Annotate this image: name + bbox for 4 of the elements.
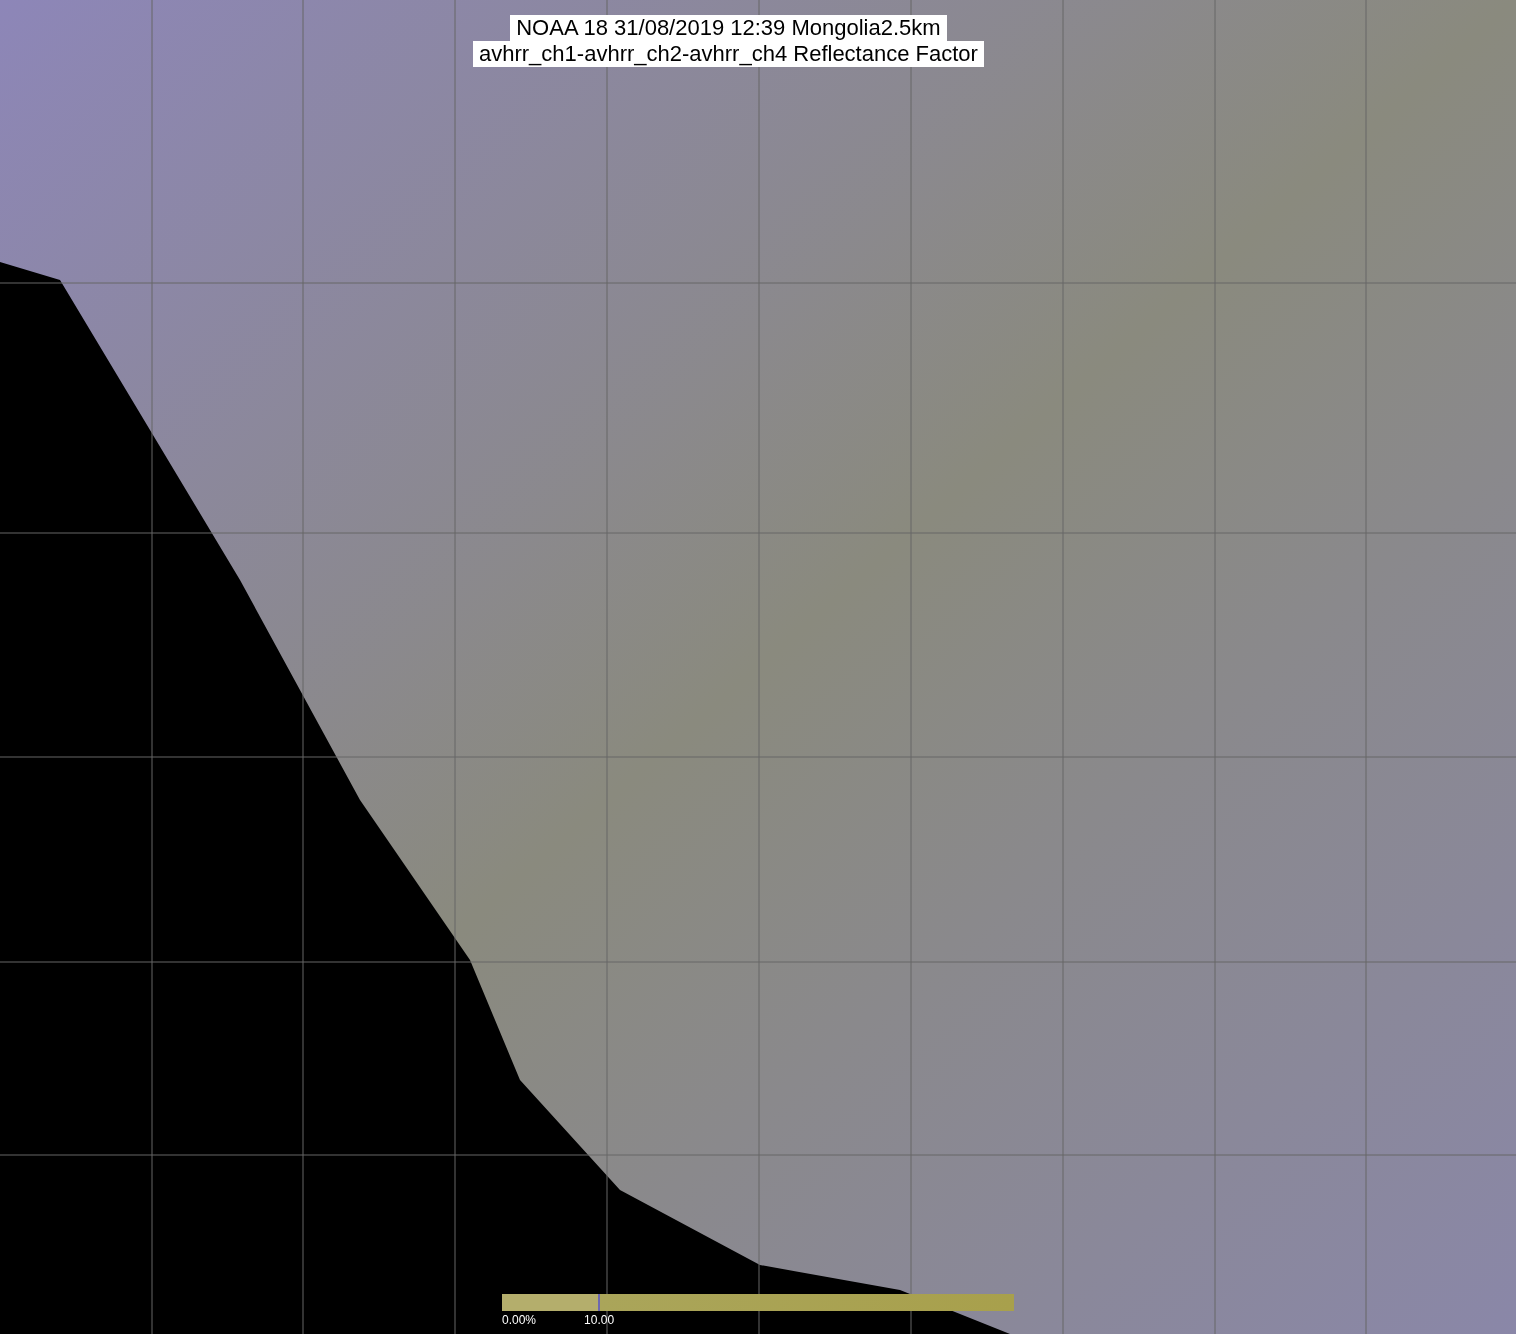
colorbar-label: 0.00%	[502, 1313, 537, 1327]
map-title: avhrr_ch1-avhrr_ch2-avhrr_ch4 Reflectance Factor	[473, 41, 984, 67]
colorbar-label: 10.00	[584, 1313, 615, 1327]
map-title: NOAA 18 31/08/2019 12:39 Mongolia2.5km	[510, 15, 947, 41]
